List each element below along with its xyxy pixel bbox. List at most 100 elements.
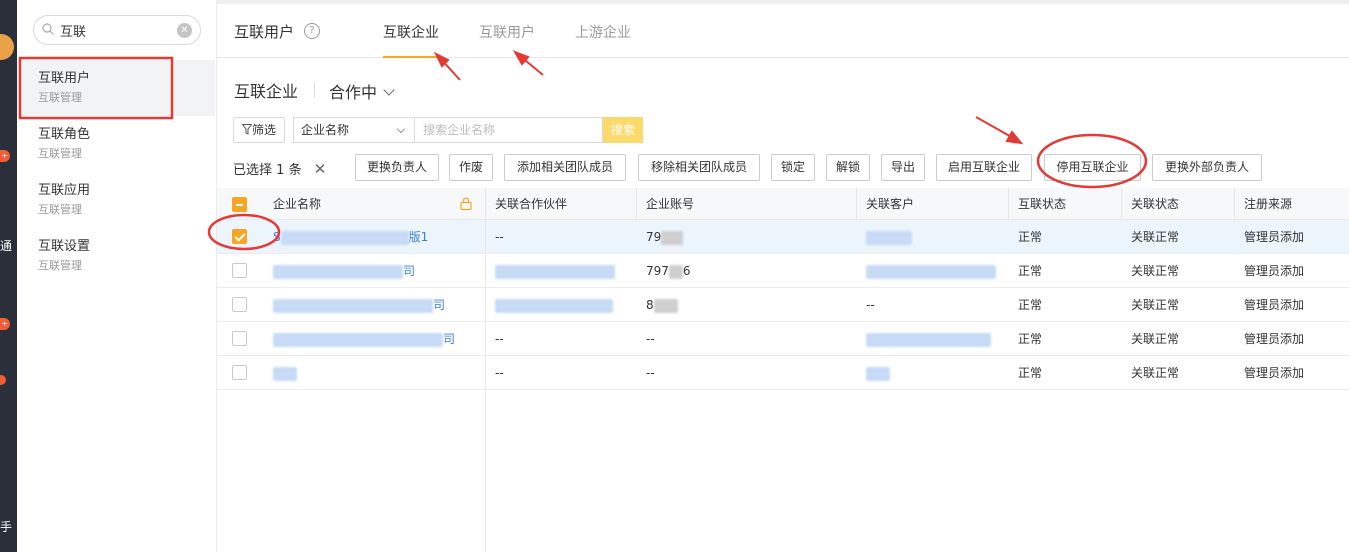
- source-cell: 管理员添加: [1244, 332, 1305, 346]
- lock-icon[interactable]: [460, 197, 472, 210]
- filter-button[interactable]: 筛选: [233, 117, 285, 143]
- lock-button[interactable]: 锁定: [771, 154, 815, 181]
- selected-suffix: 条: [288, 163, 302, 178]
- enable-company-button[interactable]: 启用互联企业: [936, 154, 1032, 181]
- table-row[interactable]: 司 797 6 正常 关联正常 管理员添加: [217, 254, 1349, 288]
- search-icon: [42, 23, 54, 35]
- company-name-cell[interactable]: S 版1: [264, 220, 484, 254]
- tab-interconnect-users[interactable]: 互联用户: [479, 22, 535, 58]
- add-team-members-button[interactable]: 添加相关团队成员: [504, 154, 626, 181]
- column-header[interactable]: 企业账号: [637, 188, 694, 220]
- row-checkbox[interactable]: [232, 263, 247, 278]
- column-header[interactable]: 互联状态: [1009, 188, 1066, 220]
- clear-icon[interactable]: ✕: [177, 23, 192, 38]
- notification-badge: +: [0, 150, 10, 162]
- sidebar-item-sublabel: 互联管理: [38, 91, 82, 104]
- link-status-cell: 关联正常: [1131, 230, 1180, 244]
- link-status-cell: 关联正常: [1131, 366, 1180, 380]
- interconnect-status-cell: 正常: [1018, 332, 1043, 346]
- filter-button-label: 筛选: [251, 123, 276, 137]
- search-field-select[interactable]: 企业名称: [293, 117, 414, 143]
- row-checkbox[interactable]: [232, 297, 247, 312]
- app-window: + 通 + 手 ✕ 互联用户 互联管理 互联角色 互联管理 互联应用 互联管理: [0, 0, 1349, 552]
- sidebar-item-label: 互联应用: [38, 183, 91, 198]
- filter-icon: [241, 124, 253, 135]
- avatar[interactable]: [0, 34, 14, 60]
- table-row[interactable]: -- -- 正常 关联正常 管理员添加: [217, 356, 1349, 390]
- remove-team-members-button[interactable]: 移除相关团队成员: [638, 154, 760, 181]
- account-cell: 797 6: [637, 254, 837, 288]
- search-button[interactable]: 搜索: [603, 117, 643, 143]
- account-tail: 6: [682, 264, 691, 278]
- account-cell: 8: [637, 288, 837, 322]
- row-checkbox[interactable]: [232, 229, 247, 244]
- column-header[interactable]: 关联合作伙伴: [486, 188, 567, 220]
- change-external-owner-button[interactable]: 更换外部负责人: [1152, 154, 1262, 181]
- export-button[interactable]: 导出: [881, 154, 925, 181]
- column-header[interactable]: 关联客户: [857, 188, 914, 220]
- help-icon[interactable]: ?: [304, 23, 320, 39]
- change-owner-button[interactable]: 更换负责人: [355, 154, 439, 181]
- sidebar-item-interconnect-users[interactable]: 互联用户 互联管理: [17, 60, 215, 116]
- column-header[interactable]: 关联状态: [1122, 188, 1179, 220]
- redacted-text: [668, 264, 683, 279]
- rail-label[interactable]: 手: [0, 518, 12, 535]
- source-cell: 管理员添加: [1244, 366, 1305, 380]
- redacted-text: [495, 298, 613, 313]
- account-value: 797: [646, 264, 669, 278]
- company-search-input[interactable]: [414, 117, 603, 143]
- sidebar-search[interactable]: ✕: [33, 15, 201, 45]
- select-all-checkbox[interactable]: [232, 197, 247, 212]
- source-cell: 管理员添加: [1244, 264, 1305, 278]
- rail-label[interactable]: 通: [0, 237, 12, 254]
- void-button[interactable]: 作废: [449, 154, 493, 181]
- company-name-cell[interactable]: [264, 356, 484, 390]
- company-name-cell[interactable]: 司: [264, 322, 484, 356]
- divider: [314, 82, 315, 98]
- sidebar: ✕ 互联用户 互联管理 互联角色 互联管理 互联应用 互联管理 互联设置 互联管…: [17, 0, 217, 552]
- redacted-text: [280, 230, 409, 245]
- link-status-cell: 关联正常: [1131, 332, 1180, 346]
- interconnect-status-cell: 正常: [1018, 298, 1043, 312]
- disable-company-button[interactable]: 停用互联企业: [1044, 154, 1141, 181]
- status-dropdown[interactable]: 合作中: [329, 79, 395, 103]
- table-row[interactable]: 司 8 -- 正常 关联正常 管理员添加: [217, 288, 1349, 322]
- customer-cell: [857, 220, 1007, 254]
- source-cell: 管理员添加: [1244, 230, 1305, 244]
- account-value: 79: [646, 230, 662, 244]
- column-header[interactable]: 企业名称: [264, 188, 321, 220]
- column-header[interactable]: 注册来源: [1235, 188, 1292, 220]
- redacted-text: [273, 332, 443, 347]
- column-divider: [485, 220, 486, 552]
- partner-cell: --: [495, 366, 504, 380]
- account-cell: --: [646, 366, 655, 380]
- sidebar-item-interconnect-roles[interactable]: 互联角色 互联管理: [17, 116, 215, 172]
- selected-count: 1: [276, 163, 285, 178]
- tab-upstream-companies[interactable]: 上游企业: [575, 22, 631, 58]
- tab-interconnect-companies[interactable]: 互联企业: [383, 22, 439, 58]
- row-checkbox[interactable]: [232, 331, 247, 346]
- sidebar-item-interconnect-apps[interactable]: 互联应用 互联管理: [17, 172, 215, 228]
- customer-cell: [857, 322, 1007, 356]
- redacted-text: [495, 264, 615, 279]
- unlock-button[interactable]: 解锁: [826, 154, 870, 181]
- company-name-prefix: S: [273, 230, 281, 244]
- table-row[interactable]: S 版1 -- 79 正常 关联正常 管理员添加: [217, 220, 1349, 254]
- row-checkbox[interactable]: [232, 365, 247, 380]
- company-name-cell[interactable]: 司: [264, 254, 484, 288]
- sidebar-item-interconnect-settings[interactable]: 互联设置 互联管理: [17, 228, 215, 284]
- top-bar: 互联用户 ? 互联企业 互联用户 上游企业: [217, 0, 1349, 58]
- table-row[interactable]: 司 -- -- 正常 关联正常 管理员添加: [217, 322, 1349, 356]
- sidebar-search-input[interactable]: [60, 20, 170, 40]
- interconnect-status-cell: 正常: [1018, 264, 1043, 278]
- company-name-cell[interactable]: 司: [264, 288, 484, 322]
- selected-prefix: 已选择: [233, 163, 273, 178]
- customer-cell: [857, 254, 1007, 288]
- clear-selection-icon[interactable]: ✕: [314, 160, 327, 178]
- chevron-down-icon: [383, 84, 395, 96]
- interconnect-status-cell: 正常: [1018, 366, 1043, 380]
- redacted-text: [273, 366, 297, 381]
- partner-cell: --: [495, 230, 504, 244]
- selection-summary: 已选择 1 条 ✕: [233, 159, 326, 178]
- company-name-suffix: 司: [443, 332, 456, 346]
